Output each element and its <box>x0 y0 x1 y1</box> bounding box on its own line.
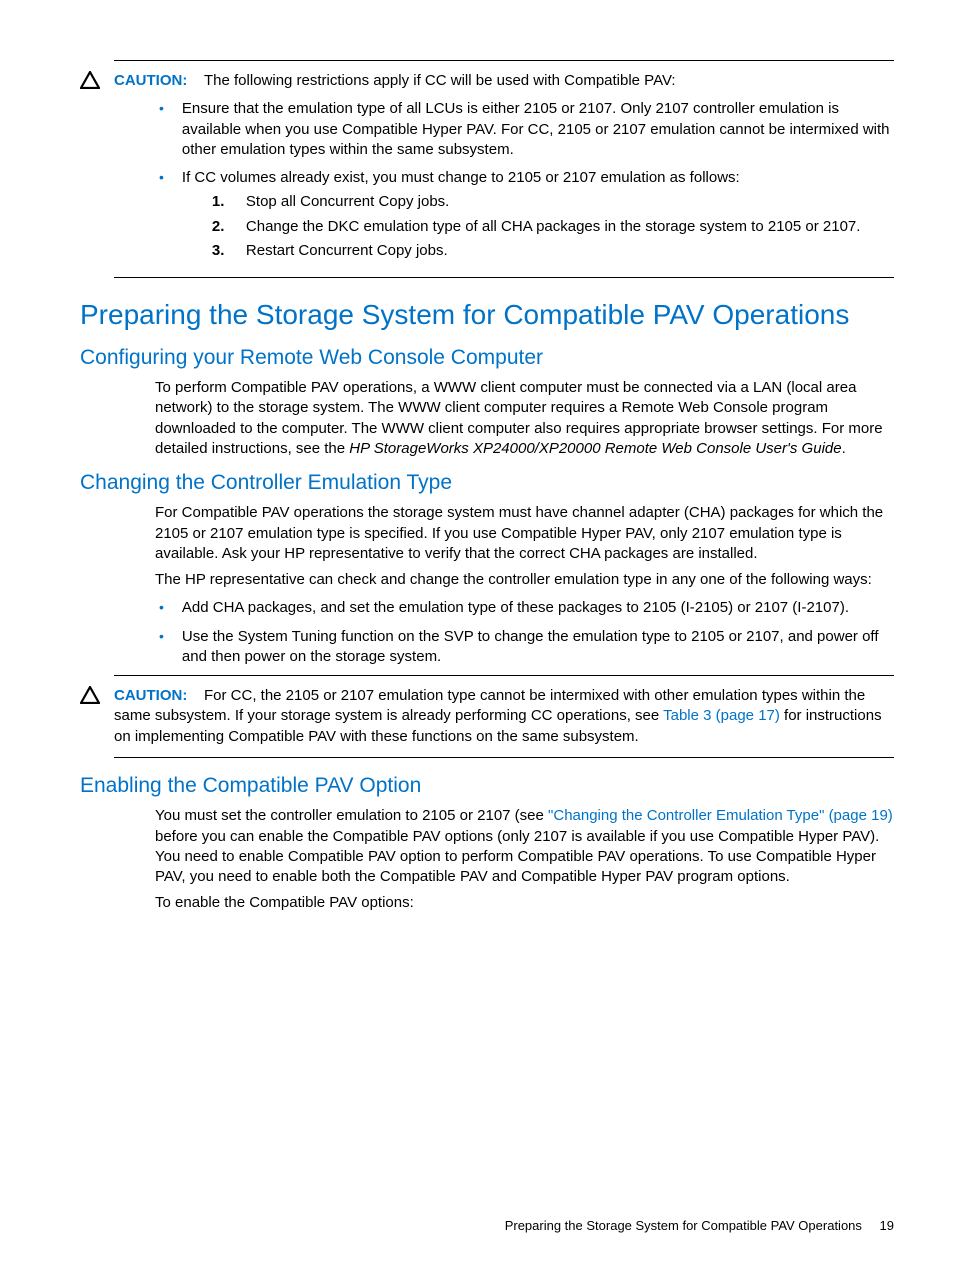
bullet-icon: • <box>155 627 182 645</box>
bullet-icon: • <box>155 168 182 186</box>
ordered-steps: 1.Stop all Concurrent Copy jobs. 2.Chang… <box>212 192 894 261</box>
body-text: . <box>842 440 846 457</box>
caution-block-2: CAUTION: For CC, the 2105 or 2107 emulat… <box>80 686 894 747</box>
rule <box>114 277 894 278</box>
caution-block-1: CAUTION: The following restrictions appl… <box>80 71 894 91</box>
step-text: Stop all Concurrent Copy jobs. <box>246 192 894 212</box>
document-title-italic: HP StorageWorks XP24000/XP20000 Remote W… <box>349 440 841 457</box>
footer-title: Preparing the Storage System for Compati… <box>505 1218 862 1233</box>
step-text: Restart Concurrent Copy jobs. <box>246 241 894 261</box>
link-table-3[interactable]: Table 3 (page 17) <box>663 707 780 724</box>
step-item: 2.Change the DKC emulation type of all C… <box>212 217 894 237</box>
bullet-text: If CC volumes already exist, you must ch… <box>182 169 740 186</box>
page-number: 19 <box>880 1218 894 1233</box>
heading-changing-controller-emulation: Changing the Controller Emulation Type <box>80 469 894 497</box>
heading-configuring-rwc: Configuring your Remote Web Console Comp… <box>80 344 894 372</box>
emulation-bullet-list: •Add CHA packages, and set the emulation… <box>155 598 894 667</box>
section-body: You must set the controller emulation to… <box>155 806 894 913</box>
caution-label: CAUTION: <box>114 687 187 704</box>
step-number: 3. <box>212 241 246 261</box>
body-text: You must set the controller emulation to… <box>155 807 548 824</box>
step-text: Change the DKC emulation type of all CHA… <box>246 217 894 237</box>
list-item: •Use the System Tuning function on the S… <box>155 627 894 668</box>
link-changing-emulation-type[interactable]: "Changing the Controller Emulation Type"… <box>548 807 893 824</box>
page-footer: Preparing the Storage System for Compati… <box>505 1217 894 1235</box>
bullet-icon: • <box>155 99 182 117</box>
caution-bullet-list: • Ensure that the emulation type of all … <box>155 99 894 269</box>
heading-preparing-storage-system: Preparing the Storage System for Compati… <box>80 296 894 334</box>
list-item: • If CC volumes already exist, you must … <box>155 168 894 269</box>
list-item: •Add CHA packages, and set the emulation… <box>155 598 894 618</box>
document-page: CAUTION: The following restrictions appl… <box>0 0 954 1271</box>
paragraph: To perform Compatible PAV operations, a … <box>155 378 894 459</box>
step-number: 1. <box>212 192 246 212</box>
heading-enabling-pav-option: Enabling the Compatible PAV Option <box>80 772 894 800</box>
step-number: 2. <box>212 217 246 237</box>
paragraph: You must set the controller emulation to… <box>155 806 894 887</box>
paragraph: To enable the Compatible PAV options: <box>155 893 894 913</box>
caution-label: CAUTION: <box>114 72 187 89</box>
caution-icon <box>80 71 114 89</box>
bullet-text: Ensure that the emulation type of all LC… <box>182 99 894 160</box>
body-text: before you can enable the Compatible PAV… <box>155 828 879 886</box>
paragraph: The HP representative can check and chan… <box>155 570 894 590</box>
bullet-icon: • <box>155 598 182 616</box>
section-body: For Compatible PAV operations the storag… <box>155 503 894 667</box>
section-body: To perform Compatible PAV operations, a … <box>155 378 894 459</box>
rule <box>114 675 894 676</box>
step-item: 3.Restart Concurrent Copy jobs. <box>212 241 894 261</box>
paragraph: For Compatible PAV operations the storag… <box>155 503 894 564</box>
caution-1-details: • Ensure that the emulation type of all … <box>155 99 894 269</box>
bullet-text: Use the System Tuning function on the SV… <box>182 627 894 668</box>
rule <box>114 757 894 758</box>
caution-text: The following restrictions apply if CC w… <box>204 72 676 89</box>
step-item: 1.Stop all Concurrent Copy jobs. <box>212 192 894 212</box>
list-item: • Ensure that the emulation type of all … <box>155 99 894 160</box>
top-rule <box>114 60 894 61</box>
bullet-text: Add CHA packages, and set the emulation … <box>182 598 894 618</box>
caution-icon <box>80 686 114 704</box>
